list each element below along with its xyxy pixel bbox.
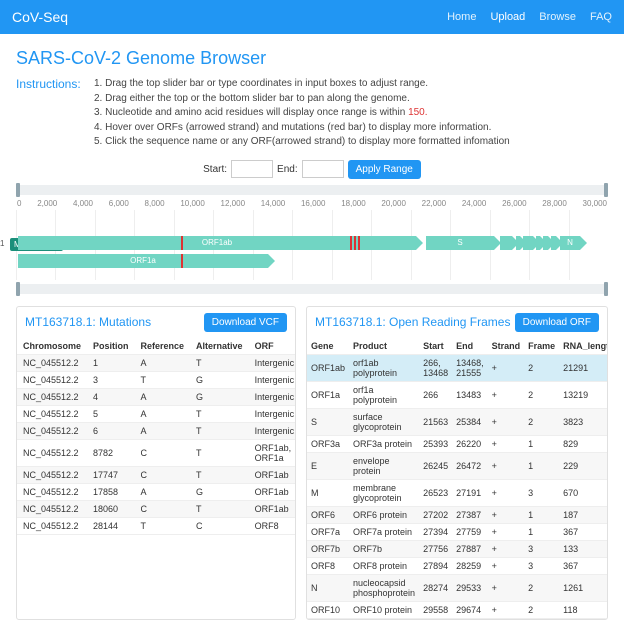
instructions-label: Instructions: [16,77,88,150]
orf6-track[interactable] [536,236,540,250]
table-row[interactable]: NC_045512.23TGIntergenic [17,371,296,388]
m-track[interactable] [523,236,533,250]
mutation-bar[interactable] [350,236,352,250]
table-row[interactable]: Ssurface glycoprotein2156325384+23823No [307,408,608,435]
mutations-panel: MT163718.1: Mutations Download VCF Chrom… [16,306,296,620]
mutations-table: ChromosomePositionReferenceAlternativeOR… [17,338,296,535]
table-row[interactable]: NC_045512.21ATIntergenic [17,354,296,371]
table-row[interactable]: Nnucleocapsid phosphoprotein2827429533+2… [307,574,608,601]
nav-link-upload[interactable]: Upload [490,11,525,23]
bottom-slider[interactable] [16,284,608,294]
table-row[interactable]: ORF7aORF7a protein2739427759+1367No [307,523,608,540]
orf1ab-track[interactable]: ORF1ab [18,236,416,250]
nav-link-faq[interactable]: FAQ [590,11,612,23]
table-row[interactable]: Mmembrane glycoprotein2652327191+3670No [307,479,608,506]
page-title: SARS-CoV-2 Genome Browser [16,48,608,69]
n-track[interactable]: N [560,236,580,250]
table-row[interactable]: ORF10ORF10 protein2955829674+2118No [307,601,608,618]
start-label: Start: [203,164,227,175]
apply-range-button[interactable]: Apply Range [348,160,421,179]
orf-table: GeneProductStartEndStrandFrameRNA_length… [307,338,608,619]
table-row[interactable]: NC_045512.217747CTORF1ab [17,466,296,483]
s-track[interactable]: S [426,236,494,250]
nav-link-browse[interactable]: Browse [539,11,576,23]
brand[interactable]: CoV-Seq [12,9,68,25]
navbar: CoV-Seq Home Upload Browse FAQ [0,0,624,34]
instructions-list: 1. Drag the top slider bar or type coord… [94,77,510,150]
table-row[interactable]: ORF1aorf1a polyprotein26613483+213219No [307,381,608,408]
table-row[interactable]: ORF3aORF3a protein2539326220+1829No [307,435,608,452]
mutation-bar[interactable] [181,236,183,250]
table-row[interactable]: Eenvelope protein2624526472+1229No [307,452,608,479]
table-row[interactable]: NC_045512.217858AGORF1ab [17,483,296,500]
table-row[interactable]: ORF6ORF6 protein2720227387+1187No [307,506,608,523]
download-orf-button[interactable]: Download ORF [515,313,599,332]
mutation-bar[interactable] [354,236,356,250]
orf-panel: MT163718.1: Open Reading Frames Download… [306,306,608,620]
orf7-track[interactable] [543,236,548,250]
orf-title: MT163718.1: Open Reading Frames [315,315,515,329]
end-label: End: [277,164,298,175]
table-row[interactable]: ORF7bORF7b2775627887+3133No [307,540,608,557]
genome-track[interactable]: 1MT163718.1 ORF1ab ORF1a S N [16,210,608,280]
table-row[interactable]: NC_045512.26ATIntergenic [17,422,296,439]
nav-link-home[interactable]: Home [447,11,476,23]
table-row[interactable]: ORF1aborf1ab polyprotein266, 1346813468,… [307,354,608,381]
mutation-bar[interactable] [181,254,183,268]
orf8-track[interactable] [551,236,556,250]
mutations-title: MT163718.1: Mutations [25,315,204,329]
table-row[interactable]: NC_045512.228144TCORF8 [17,517,296,534]
genome-axis: 02,0004,0006,0008,00010,00012,00014,0001… [16,199,608,208]
orf1a-track[interactable]: ORF1a [18,254,268,268]
table-row[interactable]: NC_045512.28782CTORF1ab, ORF1a [17,439,296,466]
orf3a-track[interactable] [500,236,512,250]
range-controls: Start: End: Apply Range [16,160,608,179]
table-row[interactable]: NC_045512.218060CTORF1ab [17,500,296,517]
start-input[interactable] [231,160,273,178]
top-slider[interactable] [16,185,608,195]
download-vcf-button[interactable]: Download VCF [204,313,287,332]
end-input[interactable] [302,160,344,178]
table-row[interactable]: NC_045512.25ATIntergenic [17,405,296,422]
e-track[interactable] [516,236,520,250]
table-row[interactable]: ORF8ORF8 protein2789428259+3367No [307,557,608,574]
mutation-bar[interactable] [358,236,360,250]
table-row[interactable]: NC_045512.24AGIntergenic [17,388,296,405]
